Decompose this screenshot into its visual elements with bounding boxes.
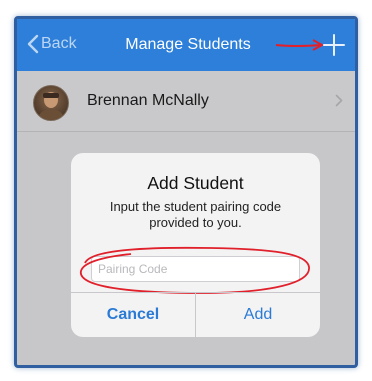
dialog-title: Add Student: [147, 173, 244, 193]
avatar: [33, 85, 69, 121]
chevron-right-icon: [335, 94, 343, 107]
dialog-message: Input the student pairing code provided …: [109, 199, 282, 230]
plus-icon[interactable]: [321, 32, 347, 58]
phone-screen: Back Manage Students Brennan McNally Add…: [14, 16, 358, 368]
student-name: Brennan McNally: [87, 92, 209, 109]
dialog-buttons: Cancel Add: [71, 292, 320, 337]
student-row[interactable]: Brennan McNally: [17, 71, 355, 132]
add-button[interactable]: Add: [196, 293, 320, 337]
add-student-dialog: Add Student Input the student pairing co…: [71, 153, 320, 337]
cancel-button[interactable]: Cancel: [71, 293, 196, 337]
pairing-code-input[interactable]: [91, 256, 300, 282]
red-arrow-annotation-icon: [275, 39, 323, 51]
navigation-bar: Back Manage Students: [17, 19, 355, 71]
